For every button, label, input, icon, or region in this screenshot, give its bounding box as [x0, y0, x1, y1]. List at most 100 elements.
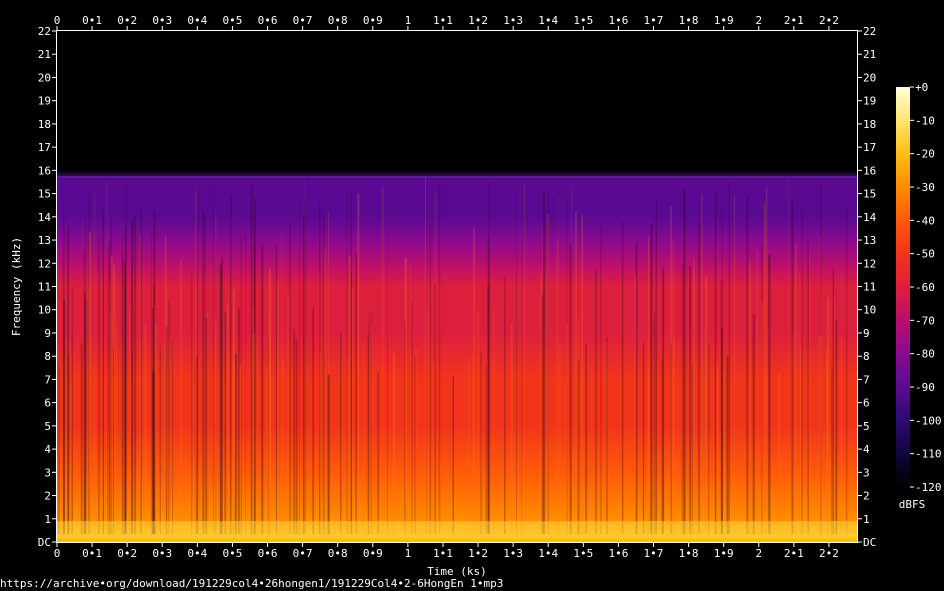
time-streak: [370, 311, 372, 534]
time-streak: [821, 293, 823, 534]
time-streak: [594, 270, 597, 534]
x-tick-label-top: 0•1: [82, 14, 102, 27]
x-tick-label-bottom: 0•7: [293, 547, 313, 560]
time-streak: [131, 219, 134, 535]
time-streak: [206, 312, 209, 534]
time-streak: [452, 376, 454, 534]
x-tick-label-bottom: 1•4: [538, 547, 558, 560]
time-streak: [763, 203, 766, 534]
time-streak: [153, 373, 156, 534]
x-tick-label-top: 1•2: [468, 14, 488, 27]
x-tick-label-top: 1•3: [503, 14, 523, 27]
time-streak: [346, 192, 348, 534]
y-tick-label-left: DC: [38, 536, 51, 549]
time-streak: [94, 192, 96, 534]
colorbar-tick-label: -90: [915, 381, 935, 394]
time-streak: [159, 345, 161, 534]
x-tick-label-top: 1•6: [608, 14, 628, 27]
source-url: https://archive•org/download/191229col4•…: [0, 577, 504, 590]
time-streak: [275, 244, 277, 534]
colorbar-gradient: [896, 87, 910, 487]
x-tick-label-bottom: 1•7: [644, 547, 664, 560]
y-tick-label-right: 20: [863, 71, 876, 84]
time-streak: [377, 372, 380, 534]
x-tick-label-bottom: 0•1: [82, 547, 102, 560]
time-streak: [58, 364, 60, 534]
time-streak: [832, 270, 834, 534]
time-streak: [642, 343, 645, 534]
time-streak: [653, 312, 656, 534]
y-tick-label-left: 9: [44, 327, 51, 340]
x-tick-label-top: 1•1: [433, 14, 453, 27]
colorbar-tick-label: -10: [915, 114, 935, 127]
time-streak: [556, 240, 558, 535]
colorbar-tick-label: -70: [915, 314, 935, 327]
colorbar-tick-label: -50: [915, 248, 935, 261]
time-streak: [363, 341, 365, 534]
y-tick-label-right: 17: [863, 141, 876, 154]
colorbar-tick-label: +0: [915, 81, 928, 94]
x-tick-label-bottom: 1•2: [468, 547, 488, 560]
x-tick-label-top: 0•3: [152, 14, 172, 27]
time-streak: [70, 341, 72, 534]
x-tick-label-bottom: 1: [405, 547, 412, 560]
y-tick-label-right: 10: [863, 304, 876, 317]
y-tick-label-left: 4: [44, 443, 51, 456]
time-streak: [111, 255, 113, 534]
time-streak: [302, 215, 305, 534]
time-streak: [691, 365, 693, 534]
time-streak: [493, 307, 495, 534]
time-streak: [139, 340, 142, 534]
x-tick-label-top: 1•9: [714, 14, 734, 27]
time-streak: [281, 235, 283, 534]
time-streak: [438, 182, 441, 534]
y-tick-label-right: 16: [863, 164, 876, 177]
time-streak: [299, 194, 300, 534]
x-tick-label-bottom: 0•4: [187, 547, 207, 560]
time-streak: [485, 364, 487, 534]
time-streak: [521, 241, 523, 534]
time-streak: [88, 197, 90, 534]
time-streak: [116, 314, 118, 534]
time-streak: [62, 200, 64, 534]
time-streak: [800, 348, 802, 534]
time-streak: [387, 227, 388, 535]
x-tick-label-bottom: 0•8: [328, 547, 348, 560]
x-tick-label-bottom: 1•8: [679, 547, 699, 560]
time-streak: [840, 338, 842, 534]
y-tick-label-left: 14: [38, 211, 52, 224]
time-streak: [150, 233, 152, 534]
y-tick-label-left: 12: [38, 257, 51, 270]
time-streak: [164, 234, 167, 534]
x-tick-label-bottom: 1•6: [608, 547, 628, 560]
time-streak: [411, 301, 413, 534]
cutoff-line: [57, 176, 857, 178]
time-streak: [180, 259, 183, 534]
y-tick-label-left: 21: [38, 48, 51, 61]
time-streak: [85, 300, 87, 534]
time-streak: [795, 243, 797, 534]
time-streak: [835, 319, 838, 534]
time-streak: [144, 324, 147, 534]
x-tick-label-bottom: 1•3: [503, 547, 523, 560]
time-streak: [98, 235, 100, 534]
time-streak: [267, 337, 269, 534]
x-tick-label-top: 0•6: [258, 14, 278, 27]
time-streak: [429, 224, 432, 534]
x-tick-label-bottom: 0•3: [152, 547, 172, 560]
y-tick-label-right: 7: [863, 373, 870, 386]
time-streak: [778, 373, 781, 534]
time-streak: [426, 201, 427, 535]
colorbar-tick-label: -30: [915, 181, 935, 194]
time-streak: [282, 359, 284, 534]
time-streak: [351, 287, 353, 534]
y-tick-label-right: 5: [863, 420, 870, 433]
time-streak: [368, 314, 370, 534]
y-tick-label-right: 12: [863, 257, 876, 270]
time-streak: [102, 210, 104, 535]
time-streak: [226, 303, 229, 534]
time-streak: [340, 332, 342, 534]
y-tick-label-left: 13: [38, 234, 51, 247]
time-streak: [197, 188, 199, 534]
time-streak: [559, 343, 561, 534]
